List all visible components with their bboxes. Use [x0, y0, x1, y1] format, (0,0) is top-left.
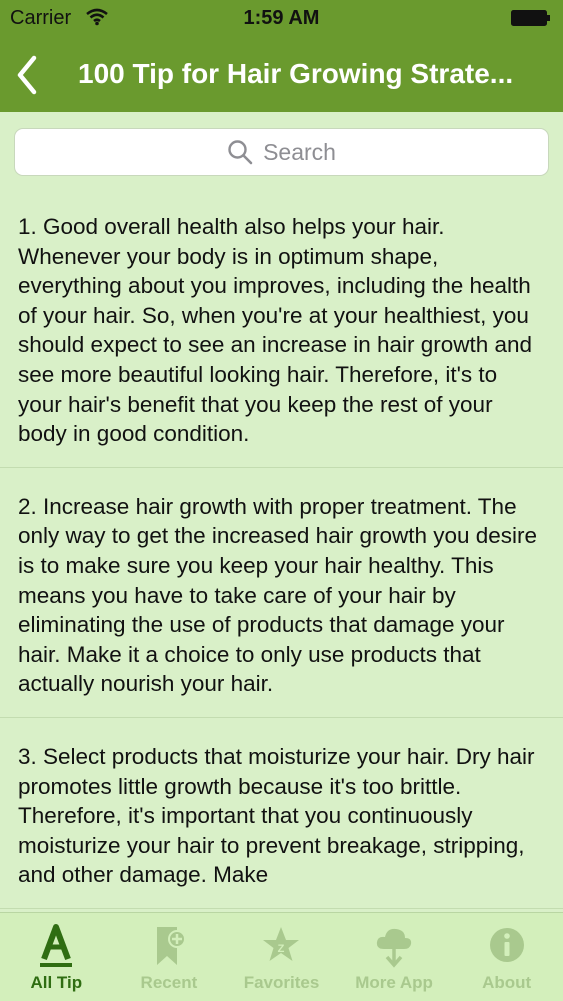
- tab-recent[interactable]: Recent: [113, 913, 226, 1001]
- tab-label: Favorites: [243, 973, 320, 992]
- list-item[interactable]: 3. Select products that moisturize your …: [0, 718, 563, 909]
- navigation-bar: 100 Tip for Hair Growing Strate...: [0, 38, 563, 112]
- status-time: 1:59 AM: [243, 7, 320, 29]
- cloud-download-icon: [376, 928, 412, 968]
- letter-a-icon: [40, 924, 73, 967]
- search-area: Search: [0, 112, 563, 188]
- tab-favorites[interactable]: Z Favorites: [225, 913, 338, 1001]
- bookmark-plus-icon: [156, 927, 186, 965]
- list-item[interactable]: 1. Good overall health also helps your h…: [0, 188, 563, 468]
- status-bar: Carrier 1:59 AM: [0, 0, 563, 38]
- tab-all-tip[interactable]: All Tip: [0, 913, 113, 1001]
- tab-bar: All Tip Recent Z Favorites More App Abou…: [0, 912, 563, 1001]
- page-title: 100 Tip for Hair Growing Strate...: [78, 58, 514, 89]
- tip-list[interactable]: 1. Good overall health also helps your h…: [0, 188, 563, 912]
- tab-label: All Tip: [30, 973, 83, 992]
- svg-text:Z: Z: [278, 943, 285, 955]
- list-item[interactable]: 2. Increase hair growth with proper trea…: [0, 468, 563, 718]
- search-icon: [228, 140, 253, 165]
- search-input[interactable]: Search: [14, 128, 549, 176]
- tab-label: More App: [355, 973, 433, 992]
- chevron-left-icon: [17, 55, 37, 95]
- info-icon: [489, 928, 524, 962]
- tab-more-app[interactable]: More App: [338, 913, 451, 1001]
- tab-label: About: [482, 973, 532, 992]
- star-icon: Z: [263, 927, 300, 961]
- tab-about[interactable]: About: [450, 913, 563, 1001]
- battery-icon: [511, 10, 550, 26]
- back-button[interactable]: [8, 50, 52, 100]
- search-placeholder: Search: [263, 138, 336, 165]
- tab-label: Recent: [140, 973, 198, 992]
